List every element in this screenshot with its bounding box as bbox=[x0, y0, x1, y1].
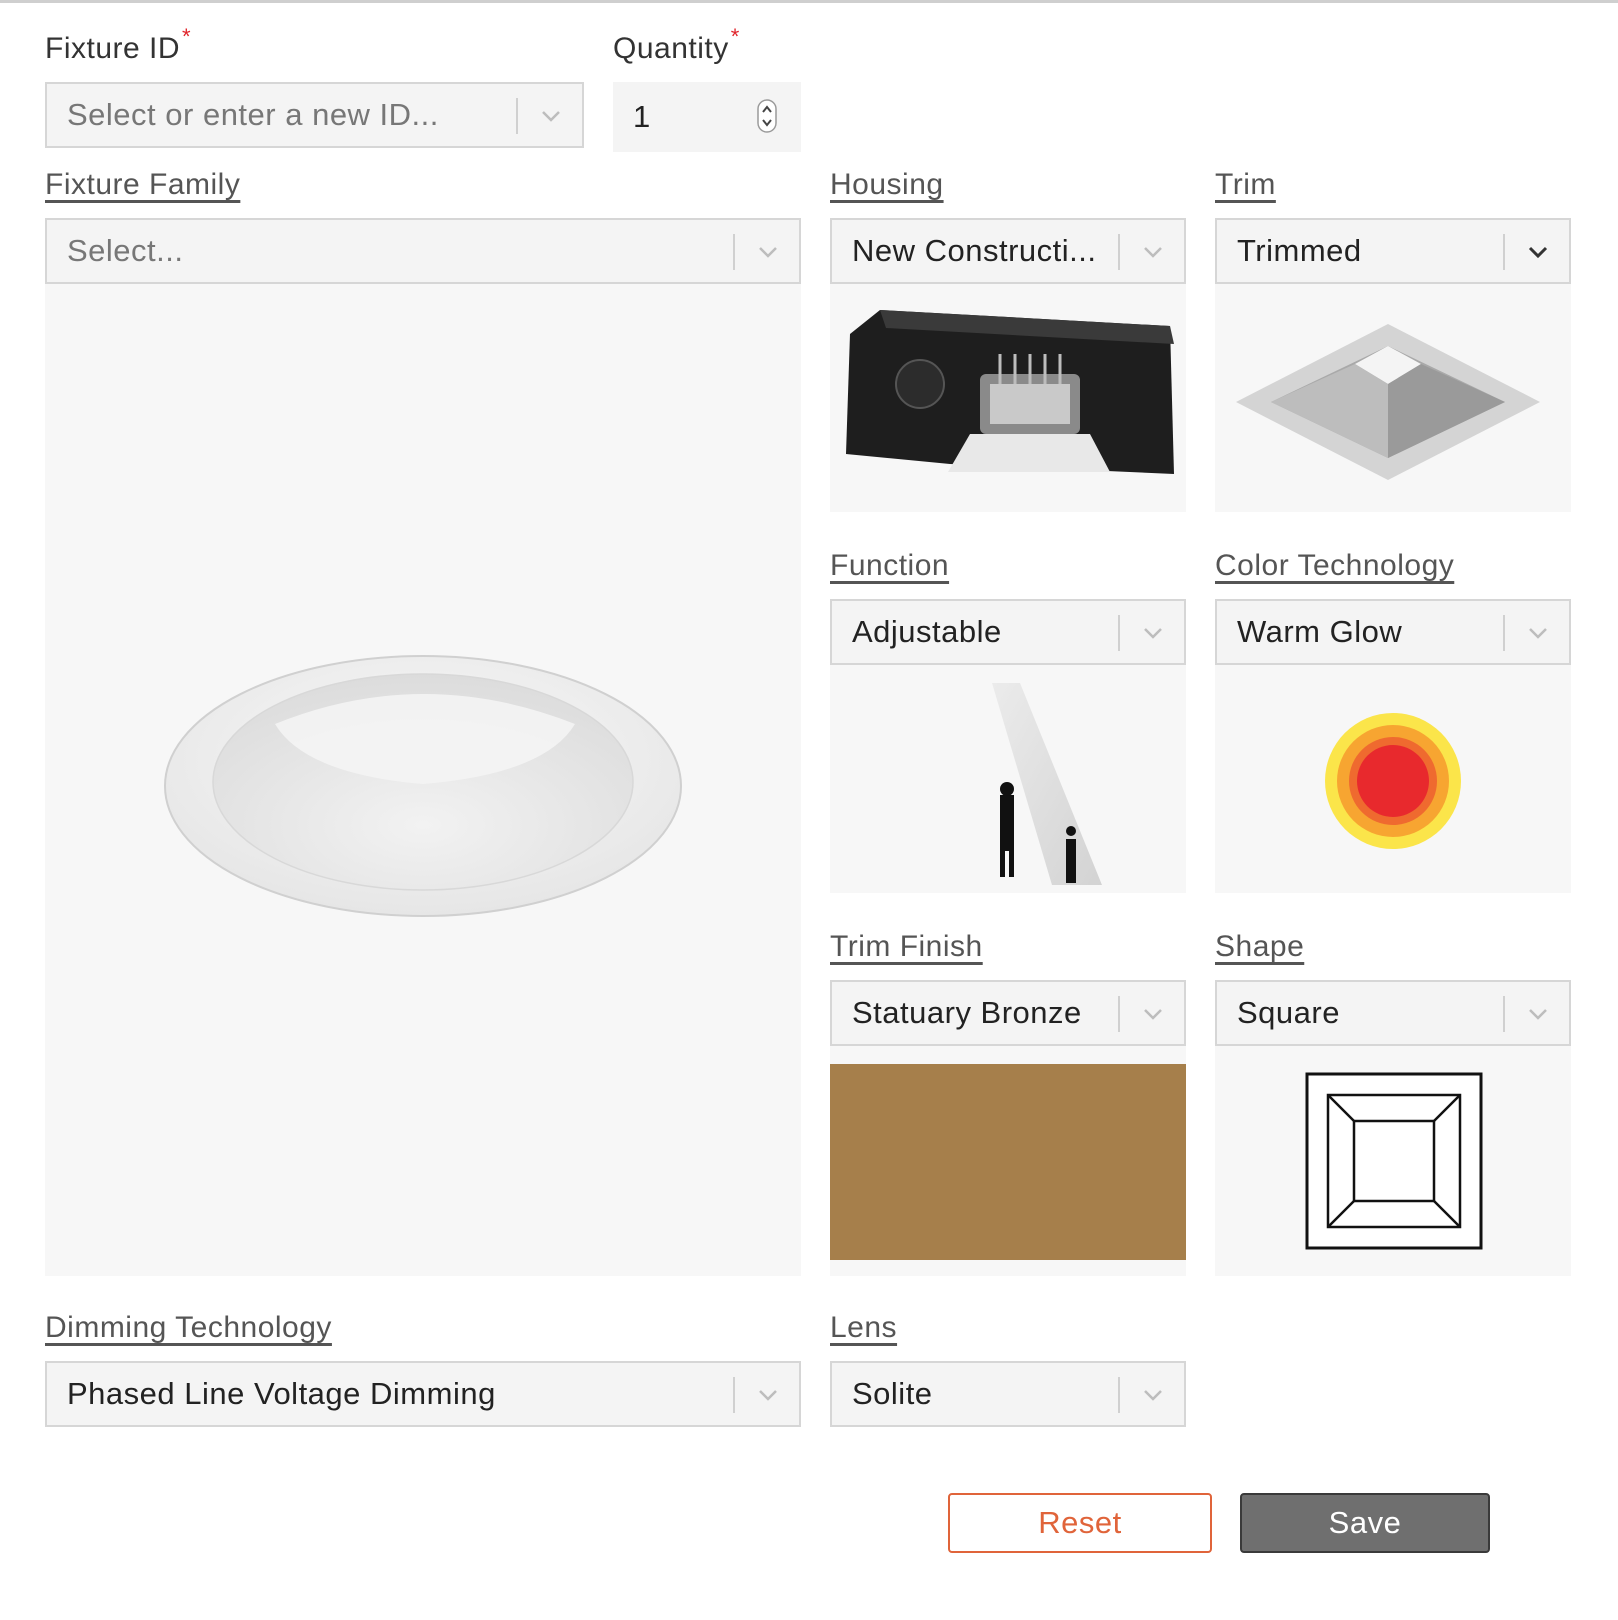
function-value: Adjustable bbox=[852, 614, 1002, 649]
quantity-value: 1 bbox=[633, 99, 651, 134]
select-separator bbox=[1118, 1377, 1120, 1413]
quantity-stepper[interactable]: 1 bbox=[613, 82, 801, 152]
save-button[interactable]: Save bbox=[1240, 1493, 1490, 1553]
chevron-down-icon[interactable] bbox=[1139, 619, 1167, 647]
dimming-technology-label[interactable]: Dimming Technology bbox=[45, 1311, 332, 1345]
chevron-down-icon[interactable] bbox=[1139, 238, 1167, 266]
chevron-down-icon[interactable] bbox=[754, 1381, 782, 1409]
fixture-id-label: Fixture ID* bbox=[45, 24, 192, 65]
trim-finish-preview bbox=[830, 1046, 1186, 1276]
reset-button[interactable]: Reset bbox=[948, 1493, 1212, 1553]
select-separator bbox=[1503, 234, 1505, 270]
chevron-down-icon[interactable] bbox=[754, 238, 782, 266]
top-border bbox=[0, 0, 1618, 3]
housing-image bbox=[846, 310, 1174, 474]
fixture-family-placeholder: Select... bbox=[67, 233, 184, 268]
select-separator bbox=[1118, 996, 1120, 1032]
function-image bbox=[992, 683, 1102, 885]
lens-label[interactable]: Lens bbox=[830, 1311, 897, 1345]
select-separator bbox=[1503, 996, 1505, 1032]
dimming-technology-select[interactable]: Phased Line Voltage Dimming bbox=[45, 1361, 801, 1427]
downlight-image bbox=[164, 655, 682, 917]
select-separator bbox=[1503, 615, 1505, 651]
trim-value: Trimmed bbox=[1237, 233, 1362, 268]
trim-finish-label[interactable]: Trim Finish bbox=[830, 930, 983, 964]
trim-preview bbox=[1215, 284, 1571, 512]
chevron-down-icon[interactable] bbox=[1524, 619, 1552, 647]
trim-finish-value: Statuary Bronze bbox=[852, 995, 1082, 1030]
warm-glow-icon bbox=[1325, 713, 1461, 849]
dimming-technology-value: Phased Line Voltage Dimming bbox=[67, 1376, 496, 1411]
select-separator bbox=[733, 1377, 735, 1413]
bronze-swatch bbox=[830, 1064, 1186, 1260]
lens-select[interactable]: Solite bbox=[830, 1361, 1186, 1427]
square-shape-icon bbox=[1305, 1072, 1483, 1250]
housing-label[interactable]: Housing bbox=[830, 168, 944, 202]
trim-label[interactable]: Trim bbox=[1215, 168, 1276, 202]
select-separator bbox=[733, 234, 735, 270]
chevron-down-icon[interactable] bbox=[1139, 1381, 1167, 1409]
chevron-down-icon[interactable] bbox=[537, 102, 565, 130]
chevron-down-icon[interactable] bbox=[1524, 238, 1552, 266]
required-marker: * bbox=[182, 24, 192, 49]
function-preview bbox=[830, 665, 1186, 893]
shape-value: Square bbox=[1237, 995, 1340, 1030]
housing-value: New Constructi... bbox=[852, 233, 1097, 268]
housing-preview bbox=[830, 284, 1186, 512]
chevron-down-icon[interactable] bbox=[1524, 1000, 1552, 1028]
fixture-id-placeholder: Select or enter a new ID... bbox=[67, 97, 439, 132]
fixture-family-select[interactable]: Select... bbox=[45, 218, 801, 284]
select-separator bbox=[516, 98, 518, 134]
lens-value: Solite bbox=[852, 1376, 933, 1411]
shape-label[interactable]: Shape bbox=[1215, 930, 1304, 964]
shape-preview bbox=[1215, 1046, 1571, 1276]
required-marker: * bbox=[730, 24, 740, 49]
quantity-label: Quantity* bbox=[613, 24, 740, 65]
fixture-id-select[interactable]: Select or enter a new ID... bbox=[45, 82, 584, 148]
function-select[interactable]: Adjustable bbox=[830, 599, 1186, 665]
fixture-family-preview bbox=[45, 284, 801, 1276]
select-separator bbox=[1118, 615, 1120, 651]
trim-select[interactable]: Trimmed bbox=[1215, 218, 1571, 284]
shape-select[interactable]: Square bbox=[1215, 980, 1571, 1046]
trim-image bbox=[1236, 324, 1540, 480]
fixture-family-label[interactable]: Fixture Family bbox=[45, 168, 240, 202]
select-separator bbox=[1118, 234, 1120, 270]
spinner-icon[interactable] bbox=[757, 99, 777, 133]
function-label[interactable]: Function bbox=[830, 549, 949, 583]
housing-select[interactable]: New Constructi... bbox=[830, 218, 1186, 284]
color-technology-value: Warm Glow bbox=[1237, 614, 1403, 649]
trim-finish-select[interactable]: Statuary Bronze bbox=[830, 980, 1186, 1046]
color-technology-label[interactable]: Color Technology bbox=[1215, 549, 1454, 583]
color-technology-preview bbox=[1215, 665, 1571, 893]
color-technology-select[interactable]: Warm Glow bbox=[1215, 599, 1571, 665]
chevron-down-icon[interactable] bbox=[1139, 1000, 1167, 1028]
